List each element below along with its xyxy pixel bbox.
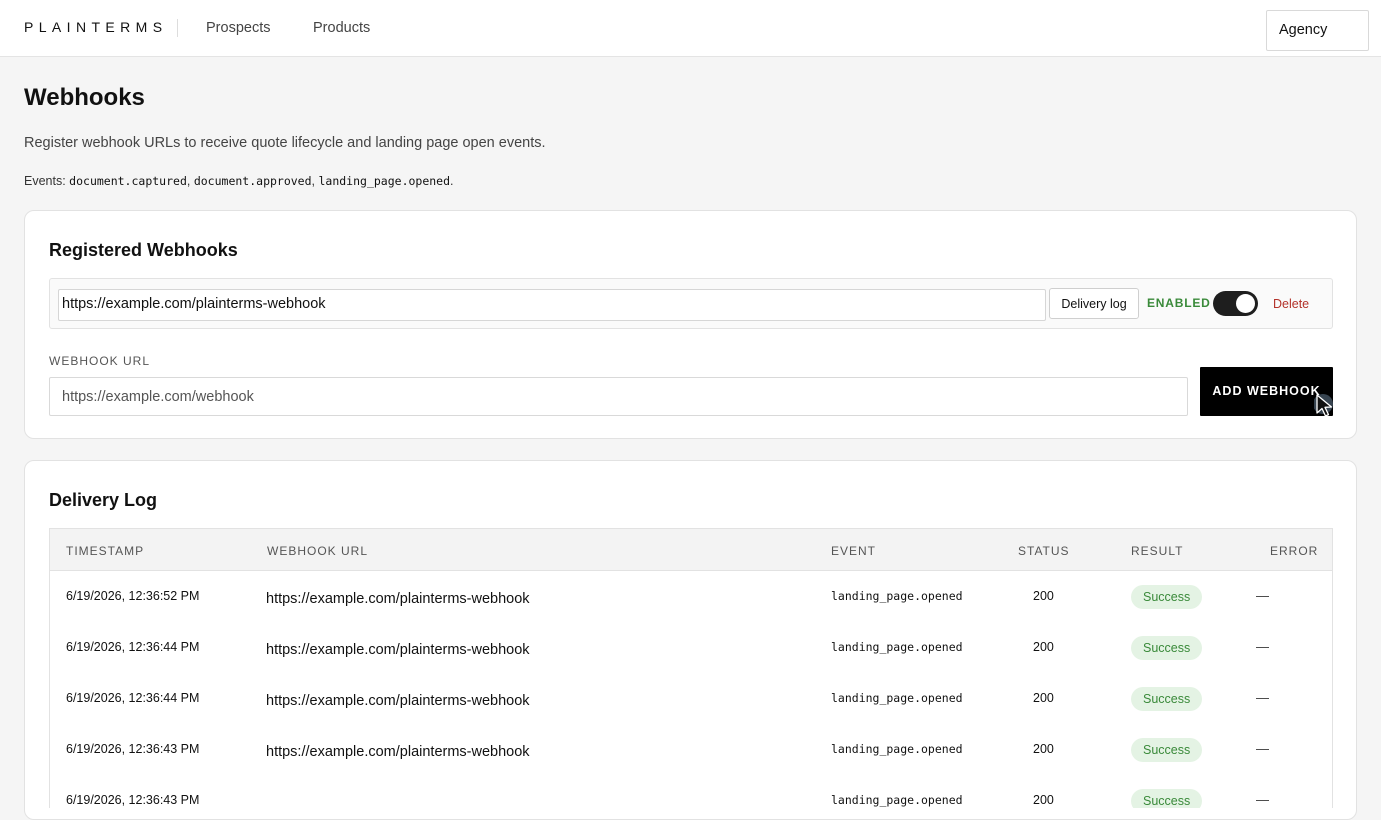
cell-webhook-url: https://example.com/plainterms-webhook: [266, 591, 530, 607]
account-selector[interactable]: Agency: [1266, 10, 1369, 51]
delete-button[interactable]: Delete: [1273, 297, 1309, 311]
delivery-log-button[interactable]: Delivery log: [1049, 288, 1139, 319]
webhook-url-label: WEBHOOK URL: [49, 354, 151, 368]
enabled-status-label: ENABLED: [1147, 296, 1211, 310]
events-list: Events: document.captured, document.appr…: [24, 174, 454, 188]
column-header-error: ERROR: [1270, 544, 1319, 558]
event-code: document.captured: [69, 174, 187, 188]
cell-timestamp: 6/19/2026, 12:36:44 PM: [66, 691, 200, 705]
brand-logo[interactable]: PLAINTERMS: [24, 19, 167, 35]
nav-divider: [177, 19, 178, 37]
table-row: 6/19/2026, 12:36:52 PM https://example.c…: [50, 571, 1332, 623]
result-badge: Success: [1131, 636, 1203, 660]
result-badge: Success: [1131, 687, 1203, 711]
webhook-url-field[interactable]: https://example.com/plainterms-webhook: [58, 289, 1046, 321]
table-row: 6/19/2026, 12:36:43 PM https://example.c…: [50, 724, 1332, 776]
cell-error: —: [1256, 588, 1269, 603]
column-header-result: RESULT: [1131, 544, 1184, 558]
events-prefix: Events:: [24, 174, 66, 188]
cell-status: 200: [1033, 589, 1054, 603]
column-header-webhook-url: WEBHOOK URL: [267, 544, 369, 558]
cell-event: landing_page.opened: [831, 589, 963, 603]
cell-timestamp: 6/19/2026, 12:36:44 PM: [66, 640, 200, 654]
delivery-log-card: Delivery Log TIMESTAMP WEBHOOK URL EVENT…: [24, 460, 1357, 820]
result-badge: Success: [1131, 789, 1203, 808]
webhook-item: https://example.com/plainterms-webhook D…: [49, 278, 1333, 329]
toggle-knob: [1236, 294, 1255, 313]
page-description: Register webhook URLs to receive quote l…: [24, 135, 546, 151]
cell-error: —: [1256, 690, 1269, 705]
cell-error: —: [1256, 639, 1269, 654]
delivery-log-title: Delivery Log: [49, 490, 158, 510]
table-row: 6/19/2026, 12:36:43 PM landing_page.open…: [50, 775, 1332, 808]
result-badge: Success: [1131, 585, 1203, 609]
nav-link-products[interactable]: Products: [313, 20, 370, 36]
registered-webhooks-title: Registered Webhooks: [49, 240, 238, 260]
cell-webhook-url: https://example.com/plainterms-webhook: [266, 744, 530, 760]
nav-link-prospects[interactable]: Prospects: [206, 20, 270, 36]
cell-status: 200: [1033, 691, 1054, 705]
cell-timestamp: 6/19/2026, 12:36:43 PM: [66, 742, 200, 756]
top-nav: PLAINTERMS Prospects Products Agency: [0, 0, 1381, 57]
delivery-log-table: TIMESTAMP WEBHOOK URL EVENT STATUS RESUL…: [49, 528, 1333, 808]
table-header: TIMESTAMP WEBHOOK URL EVENT STATUS RESUL…: [50, 529, 1332, 571]
enabled-toggle[interactable]: [1213, 291, 1258, 316]
cell-timestamp: 6/19/2026, 12:36:52 PM: [66, 589, 200, 603]
event-code: document.approved: [193, 174, 312, 188]
page-title: Webhooks: [24, 84, 145, 111]
column-header-event: EVENT: [831, 544, 877, 558]
cell-event: landing_page.opened: [831, 742, 963, 756]
webhook-url-input[interactable]: https://example.com/webhook: [49, 377, 1188, 416]
table-row: 6/19/2026, 12:36:44 PM https://example.c…: [50, 673, 1332, 725]
cell-event: landing_page.opened: [831, 691, 963, 705]
cell-event: landing_page.opened: [831, 640, 963, 654]
mouse-cursor-icon: [1314, 394, 1333, 417]
column-header-timestamp: TIMESTAMP: [66, 544, 145, 558]
event-code: landing_page.opened: [318, 174, 451, 188]
column-header-status: STATUS: [1018, 544, 1070, 558]
cell-status: 200: [1033, 640, 1054, 654]
cell-webhook-url: https://example.com/plainterms-webhook: [266, 693, 530, 709]
registered-webhooks-card: Registered Webhooks https://example.com/…: [24, 210, 1357, 439]
cell-status: 200: [1033, 742, 1054, 756]
cell-webhook-url: https://example.com/plainterms-webhook: [266, 642, 530, 658]
cell-error: —: [1256, 741, 1269, 756]
result-badge: Success: [1131, 738, 1203, 762]
table-row: 6/19/2026, 12:36:44 PM https://example.c…: [50, 622, 1332, 674]
